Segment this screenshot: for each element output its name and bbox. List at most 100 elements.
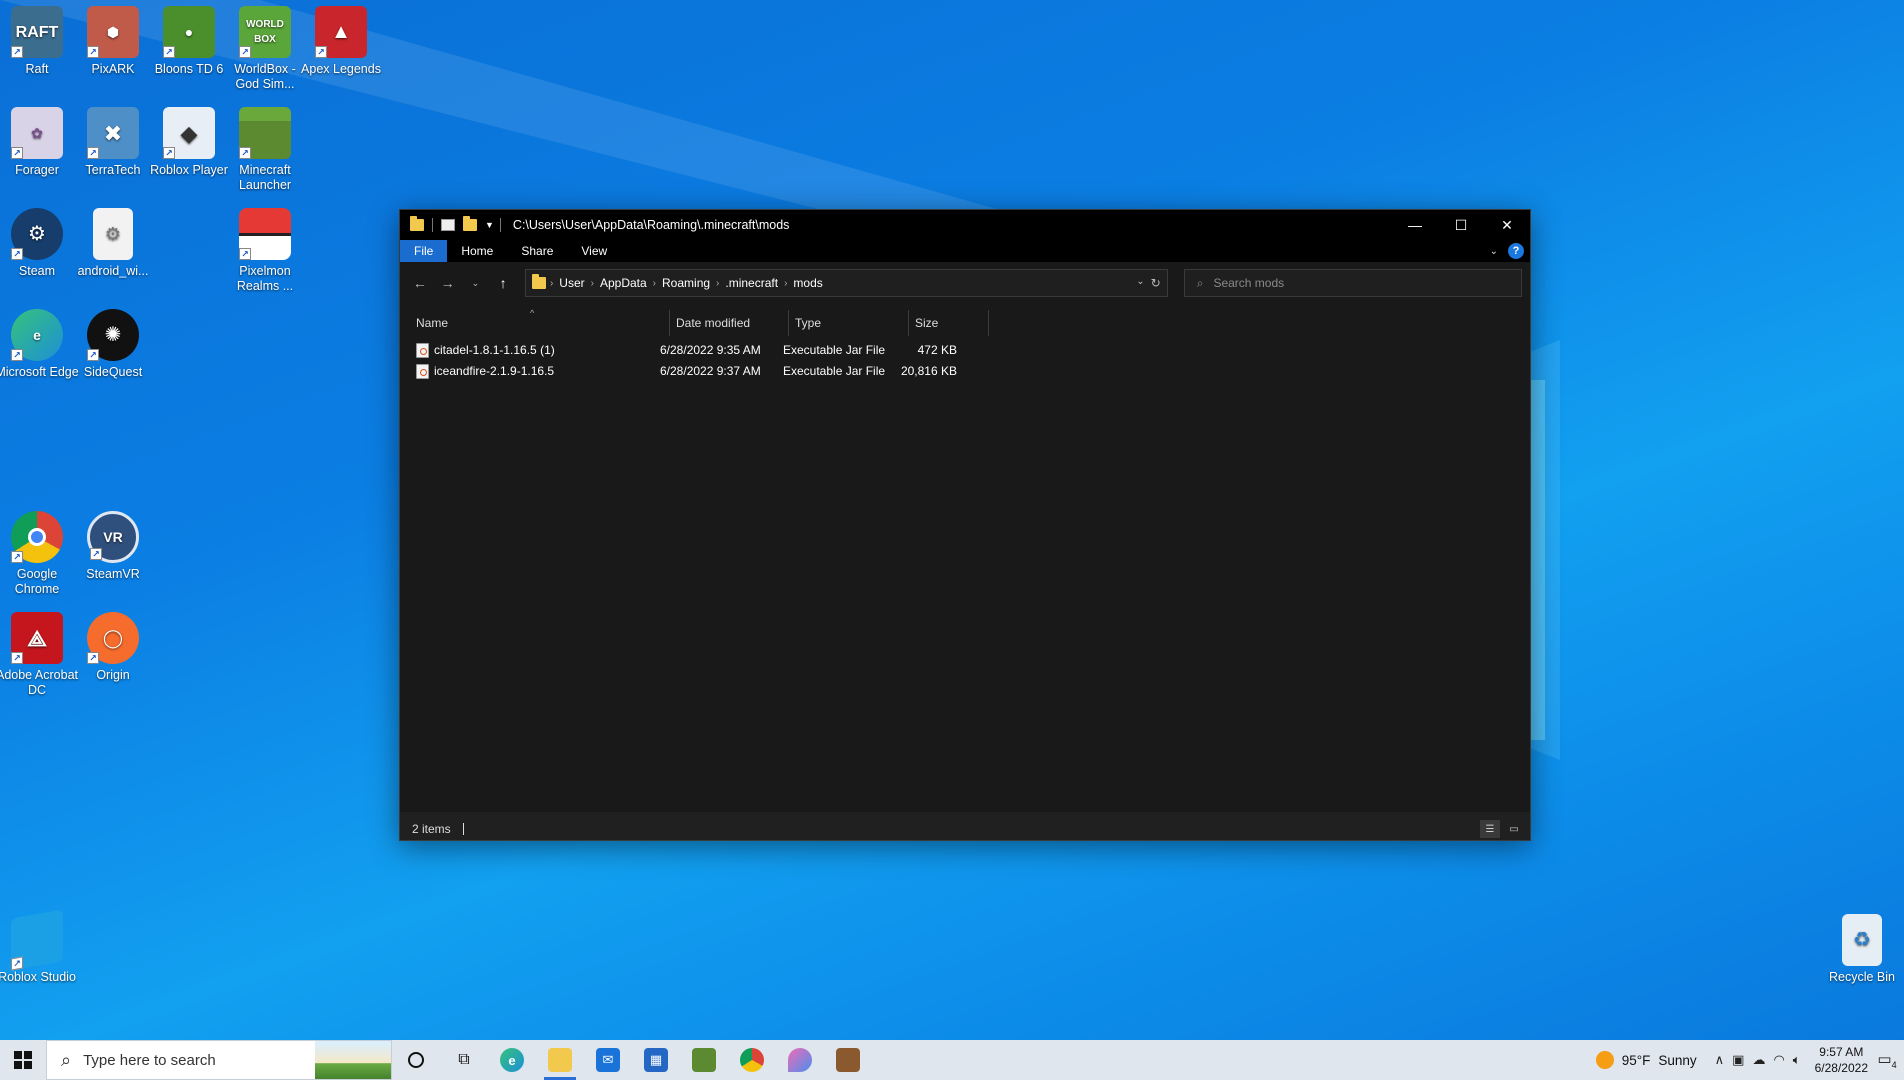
desktop-icon-apex[interactable]: ▲ ↗ Apex Legends: [299, 6, 383, 77]
taskbar-paint[interactable]: [776, 1040, 824, 1080]
clock[interactable]: 9:57 AM 6/28/2022: [1815, 1044, 1868, 1076]
desktop-icon-forager[interactable]: ✿ ↗ Forager: [0, 107, 79, 178]
search-input[interactable]: [1213, 276, 1494, 290]
new-folder-icon[interactable]: [463, 216, 477, 231]
tab-share[interactable]: Share: [507, 240, 567, 262]
large-icons-view-icon[interactable]: ▭: [1504, 820, 1524, 838]
desktop-icon-pixelmon[interactable]: ↗ Pixelmon Realms ...: [223, 208, 307, 294]
address-dropdown-icon[interactable]: ⌄: [1136, 276, 1144, 290]
close-button[interactable]: ✕: [1484, 210, 1530, 240]
desktop-icon-label: Apex Legends: [301, 62, 381, 76]
chevron-down-icon[interactable]: ▼: [485, 220, 494, 230]
onedrive-icon[interactable]: ☁: [1752, 1052, 1765, 1068]
system-tray: 95°F Sunny ∧ ▣ ☁ ◠ 🔈︎ 9:57 AM 6/28/2022 …: [1595, 1040, 1904, 1080]
task-view-button[interactable]: ⧉: [440, 1040, 488, 1080]
desktop-icon-android-wi[interactable]: ⚙ android_wi...: [71, 208, 155, 279]
desktop-icon-minecraft[interactable]: ↗ Minecraft Launcher: [223, 107, 307, 193]
task-view-icon: ⧉: [458, 1051, 470, 1068]
minimize-button[interactable]: —: [1392, 210, 1438, 240]
minecraft-icon: [692, 1048, 716, 1072]
taskbar-edge[interactable]: e: [488, 1040, 536, 1080]
taskbar-store[interactable]: ▦: [632, 1040, 680, 1080]
column-date[interactable]: Date modified: [670, 310, 789, 336]
address-bar[interactable]: › User › AppData › Roaming › .minecraft …: [524, 269, 1168, 297]
back-button[interactable]: ←: [408, 271, 432, 295]
desktop-icon-chrome[interactable]: ↗ Google Chrome: [0, 511, 79, 597]
item-count: 2 items: [412, 822, 451, 836]
raft-icon: RAFT ↗: [11, 6, 63, 58]
volume-icon[interactable]: 🔈︎: [1793, 1052, 1801, 1068]
properties-icon[interactable]: [441, 219, 455, 231]
desktop-icon-roblox-player[interactable]: ◆ ↗ Roblox Player: [147, 107, 231, 178]
desktop-icon-steamvr[interactable]: VR ↗ SteamVR: [71, 511, 155, 582]
divider: [432, 218, 433, 232]
desktop-icon-raft[interactable]: RAFT ↗ Raft: [0, 6, 79, 77]
desktop-icon-roblox-studio[interactable]: ↗ Roblox Studio: [0, 909, 79, 985]
taskbar-file-explorer[interactable]: [536, 1040, 584, 1080]
desktop-icon-worldbox[interactable]: WORLD BOX ↗ WorldBox - God Sim...: [223, 6, 307, 92]
desktop-icon-label: PixARK: [91, 62, 135, 76]
details-view-icon[interactable]: ☰: [1480, 820, 1500, 838]
file-explorer-window: ▼ C:\Users\User\AppData\Roaming\.minecra…: [399, 209, 1531, 841]
store-icon: ▦: [644, 1048, 668, 1072]
notification-center-button[interactable]: ▭4: [1876, 1050, 1898, 1070]
weather-temperature[interactable]: 95°F: [1622, 1053, 1651, 1068]
forward-button[interactable]: →: [436, 271, 460, 295]
desktop-icon-pixark[interactable]: ⬢ ↗ PixARK: [71, 6, 155, 77]
forager-icon: ✿ ↗: [11, 107, 63, 159]
desktop-icon-origin[interactable]: ◯ ↗ Origin: [71, 612, 155, 683]
desktop-icon-bloons[interactable]: ● ↗ Bloons TD 6: [147, 6, 231, 77]
pixark-icon: ⬢ ↗: [87, 6, 139, 58]
refresh-icon[interactable]: ↻: [1151, 276, 1161, 290]
taskbar-minecraft[interactable]: [680, 1040, 728, 1080]
desktop-icon-recycle-bin[interactable]: ♻ Recycle Bin: [1820, 914, 1904, 985]
cortana-button[interactable]: [392, 1040, 440, 1080]
help-icon[interactable]: ?: [1508, 243, 1524, 259]
breadcrumb-user[interactable]: User: [559, 276, 584, 290]
tab-view[interactable]: View: [567, 240, 621, 262]
weather-condition[interactable]: Sunny: [1658, 1053, 1696, 1068]
taskbar: ⌕ Type here to search ⧉ e ✉ ▦ 95°F Sunny…: [0, 1040, 1904, 1080]
desktop-icon-edge[interactable]: e ↗ Microsoft Edge: [0, 309, 79, 380]
column-type[interactable]: Type: [789, 310, 909, 336]
file-list: Name ^ Date modified Type Size citadel-1…: [400, 304, 1530, 812]
up-button[interactable]: ↑: [491, 271, 515, 295]
desktop-icon-label: Roblox Studio: [0, 970, 76, 984]
title-bar[interactable]: ▼ C:\Users\User\AppData\Roaming\.minecra…: [400, 210, 1530, 240]
desktop-icon-label: Google Chrome: [14, 567, 60, 596]
table-row[interactable]: citadel-1.8.1-1.16.5 (1) 6/28/2022 9:35 …: [412, 340, 957, 360]
taskbar-minecraft-java[interactable]: [824, 1040, 872, 1080]
taskbar-chrome[interactable]: [728, 1040, 776, 1080]
desktop-icon-label: Roblox Player: [150, 163, 228, 177]
meet-now-icon[interactable]: ▣: [1732, 1052, 1744, 1068]
tab-home[interactable]: Home: [447, 240, 507, 262]
desktop-icon-terratech[interactable]: ✖ ↗ TerraTech: [71, 107, 155, 178]
terratech-icon: ✖ ↗: [87, 107, 139, 159]
desktop-icon-label: Minecraft Launcher: [238, 163, 292, 192]
file-date: 6/28/2022 9:37 AM: [660, 364, 761, 378]
chevron-up-icon[interactable]: ∧: [1715, 1052, 1725, 1068]
maximize-button[interactable]: ☐: [1438, 210, 1484, 240]
desktop-icon-steam[interactable]: ⚙ ↗ Steam: [0, 208, 79, 279]
breadcrumb-minecraft[interactable]: .minecraft: [725, 276, 778, 290]
network-icon[interactable]: ◠: [1773, 1052, 1784, 1068]
tab-file[interactable]: File: [400, 240, 448, 262]
desktop-icon-acrobat[interactable]: ⟁ ↗ Adobe Acrobat DC: [0, 612, 79, 698]
table-row[interactable]: iceandfire-2.1.9-1.16.5 6/28/2022 9:37 A…: [412, 361, 957, 381]
desktop-icon-label: SteamVR: [86, 567, 140, 581]
column-size[interactable]: Size: [909, 310, 989, 336]
start-button[interactable]: [0, 1040, 46, 1080]
expand-ribbon-icon[interactable]: ⌄: [1490, 246, 1498, 257]
taskbar-search-box[interactable]: ⌕ Type here to search: [46, 1040, 392, 1080]
sun-icon[interactable]: [1595, 1051, 1614, 1069]
breadcrumb-mods[interactable]: mods: [793, 276, 822, 290]
taskbar-mail[interactable]: ✉: [584, 1040, 632, 1080]
pokeball-icon: ↗: [239, 208, 291, 260]
desktop-icon-sidequest[interactable]: ✺ ↗ SideQuest: [71, 309, 155, 380]
search-box[interactable]: ⌕: [1183, 269, 1523, 297]
breadcrumb-roaming[interactable]: Roaming: [662, 276, 710, 290]
jar-file-icon: [416, 342, 429, 358]
breadcrumb-appdata[interactable]: AppData: [600, 276, 647, 290]
column-name[interactable]: Name ^: [400, 308, 670, 336]
recent-locations-button[interactable]: ⌄: [463, 271, 487, 295]
